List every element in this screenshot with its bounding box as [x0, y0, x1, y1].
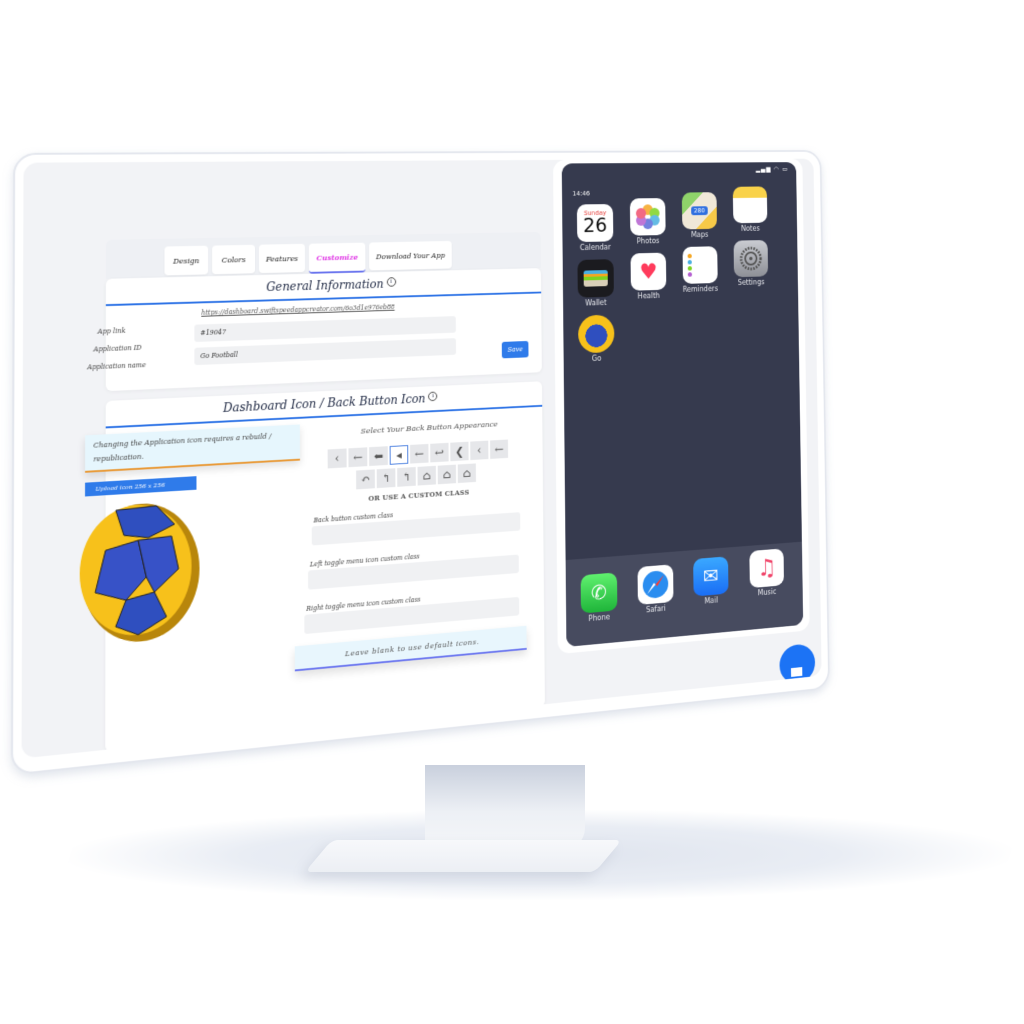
app-link-label: App link: [97, 326, 126, 336]
back-button-heading: Select Your Back Button Appearance: [360, 419, 498, 436]
wifi-icon: ◠: [773, 165, 780, 173]
leave-blank-note: Leave blank to use default icons.: [294, 625, 527, 672]
battery-icon: ▭: [782, 165, 789, 173]
app-label: Settings: [737, 278, 765, 287]
envelope-icon: ✉: [693, 556, 729, 597]
monitor: Design Colors Features Customize Downloa…: [10, 150, 830, 776]
dock-app-mail[interactable]: ✉ Mail: [691, 556, 731, 606]
phone-preview: 14:46 ▂▄▆ ◠ ▭ Sunday 26 Calendar Photos: [553, 158, 810, 655]
upload-icon-button[interactable]: Upload icon 256 x 256: [85, 476, 197, 497]
back-icon-row-1: ‹ ← ⬅ ◂ ← ↩ ❮ ‹ ←: [311, 439, 523, 470]
dashboard-icon-card: Dashboard Icon / Back Button Icon i Chang…: [79, 381, 545, 752]
back-icon-chevron-bold[interactable]: ❮: [450, 441, 469, 462]
back-icon-reply-outline[interactable]: ↶: [356, 469, 375, 490]
app-label: Wallet: [585, 298, 607, 308]
app-label: Mail: [704, 596, 719, 606]
status-time: 14:46: [572, 190, 590, 198]
gear-icon: [733, 239, 769, 278]
back-icon-row-2: ↶ ↰ ↰ ⌂ ⌂ ⌂: [342, 463, 490, 491]
application-name-input[interactable]: Go Football: [194, 338, 457, 366]
general-information-card: General Information i https://dashboard.s…: [87, 268, 542, 392]
back-icon-return[interactable]: ↩: [430, 442, 449, 463]
back-icon-arrow-bold[interactable]: ⬅: [369, 446, 388, 467]
app-label: Reminders: [682, 284, 719, 294]
maps-route-badge: 280: [691, 206, 708, 216]
floating-action-button[interactable]: [779, 642, 816, 686]
back-icon-reply[interactable]: ↰: [376, 468, 396, 489]
reminders-icon: [682, 246, 718, 284]
stage: Design Colors Features Customize Downloa…: [0, 0, 1024, 1024]
back-icon-home-filled[interactable]: ⌂: [457, 463, 476, 484]
back-icon-caret-selected[interactable]: ◂: [389, 445, 409, 465]
maps-icon: 280: [681, 192, 717, 230]
phone-home-screen: 14:46 ▂▄▆ ◠ ▭ Sunday 26 Calendar Photos: [561, 162, 804, 647]
tab-download-your-app[interactable]: Download Your App: [369, 240, 452, 271]
custom-class-heading: OR USE A CUSTOM CLASS: [368, 487, 470, 503]
tab-colors[interactable]: Colors: [212, 244, 256, 275]
phone-icon: ✆: [580, 572, 618, 614]
back-icon-home-outline[interactable]: ⌂: [437, 464, 457, 485]
calendar-date: 26: [583, 214, 608, 238]
app-go[interactable]: Go: [575, 314, 617, 363]
rebuild-notice: Changing the Application icon requires a…: [85, 424, 300, 473]
info-icon[interactable]: i: [386, 277, 396, 287]
compass-icon: [637, 564, 674, 605]
app-label: Music: [757, 587, 777, 598]
status-bar-icons: ▂▄▆ ◠ ▭: [756, 166, 789, 173]
dock-app-music[interactable]: ♫ Music: [747, 548, 787, 598]
application-name-label: Application name: [87, 361, 147, 372]
application-id-label: Application ID: [93, 343, 142, 354]
tab-features[interactable]: Features: [258, 243, 306, 274]
app-calendar[interactable]: Sunday 26 Calendar: [574, 204, 616, 252]
back-icon-arrow[interactable]: ←: [410, 443, 429, 464]
back-icon-home[interactable]: ⌂: [417, 465, 436, 486]
wallet-icon: [577, 259, 614, 298]
app-label: Safari: [645, 604, 666, 615]
football-icon: [577, 314, 615, 354]
app-label: Calendar: [579, 243, 611, 252]
app-label: Notes: [740, 224, 760, 233]
back-icon-chevron-light[interactable]: ‹: [470, 440, 489, 461]
app-maps[interactable]: 280 Maps: [679, 192, 719, 239]
app-notes[interactable]: Notes: [730, 186, 770, 233]
app-link[interactable]: https://dashboard.swiftspeedappcreator.c…: [201, 303, 394, 317]
dashboard-panel: Design Colors Features Customize Downloa…: [79, 231, 545, 752]
app-label: Phone: [588, 612, 611, 623]
dock-app-safari[interactable]: Safari: [635, 564, 676, 615]
monitor-screen: Design Colors Features Customize Downloa…: [21, 158, 822, 759]
heart-icon: ♥: [630, 252, 667, 291]
photos-icon: [629, 198, 666, 236]
app-settings[interactable]: Settings: [731, 239, 771, 287]
app-photos[interactable]: Photos: [627, 198, 668, 245]
app-health[interactable]: ♥ Health: [628, 252, 669, 301]
back-icon-arrow-light[interactable]: ←: [490, 439, 509, 459]
save-button[interactable]: Save: [501, 340, 529, 359]
back-icon-chevron[interactable]: ‹: [327, 448, 347, 469]
tab-customize[interactable]: Customize: [308, 242, 366, 274]
app-icon-football: [79, 500, 200, 647]
dock-app-phone[interactable]: ✆ Phone: [578, 572, 620, 624]
back-icon-reply-alt[interactable]: ↰: [397, 467, 416, 487]
tab-design[interactable]: Design: [164, 245, 209, 276]
application-id-field: #19047: [194, 316, 456, 343]
general-information-title-text: General Information: [266, 277, 384, 294]
back-icon-arrow-thin[interactable]: ←: [348, 447, 368, 468]
notes-icon: [732, 186, 768, 224]
app-label: Health: [637, 291, 660, 301]
app-label: Maps: [690, 230, 709, 239]
info-icon[interactable]: i: [428, 391, 438, 402]
app-reminders[interactable]: Reminders: [680, 246, 720, 294]
app-label: Go: [591, 354, 602, 363]
dock: ✆ Phone Safari ✉ Mail ♫ Music: [565, 541, 804, 647]
app-wallet[interactable]: Wallet: [575, 259, 617, 308]
app-label: Photos: [636, 236, 660, 246]
music-note-icon: ♫: [749, 548, 785, 589]
signal-icon: ▂▄▆: [755, 165, 772, 173]
calendar-icon: Sunday 26: [576, 204, 614, 243]
